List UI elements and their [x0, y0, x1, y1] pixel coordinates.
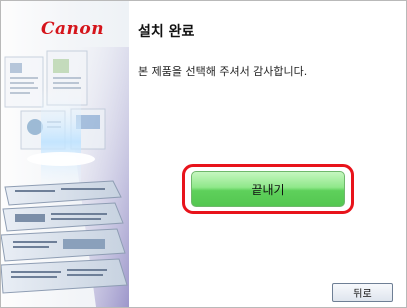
back-button[interactable]: 뒤로: [332, 283, 393, 302]
document-illustration: [1, 47, 129, 307]
canon-logo: Canon: [41, 19, 105, 39]
installer-window: Canon 설치 완료 본 제품을 선택해 주셔서 감사합니다. 끝내기 뒤로: [0, 0, 407, 308]
left-banner: Canon: [1, 1, 129, 307]
thank-you-message: 본 제품을 선택해 주셔서 감사합니다.: [138, 65, 308, 78]
finish-button[interactable]: 끝내기: [191, 171, 345, 207]
dialog-title: 설치 완료: [138, 24, 195, 40]
